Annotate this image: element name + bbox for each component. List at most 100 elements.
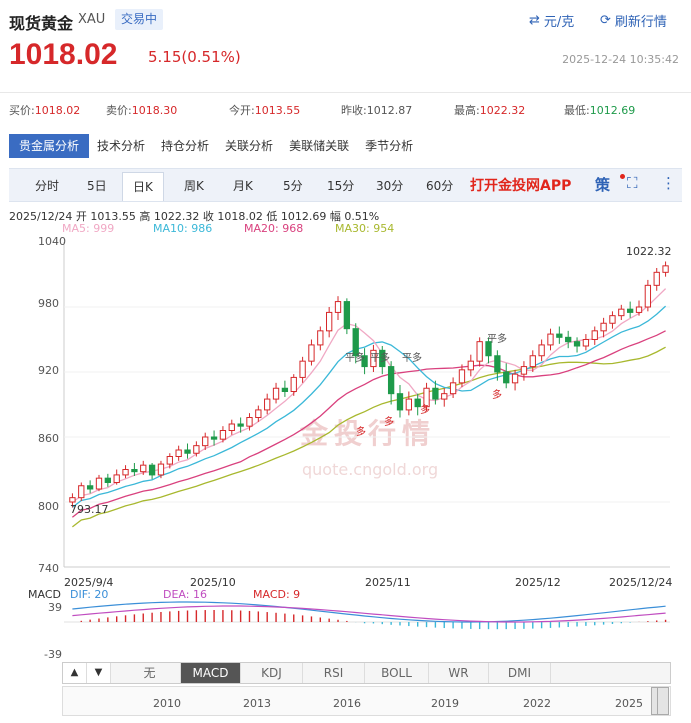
tab-fed[interactable]: 美联储关联 xyxy=(281,134,357,158)
candle xyxy=(255,405,262,422)
candle xyxy=(387,361,395,405)
candle xyxy=(609,311,616,329)
candle xyxy=(131,463,138,476)
min-price-label: 793.17 xyxy=(70,503,109,516)
refresh-label: 刷新行情 xyxy=(614,15,667,30)
candle xyxy=(591,326,598,345)
signal-marker: 平多 xyxy=(345,351,365,364)
unit-label: 元/克 xyxy=(543,15,575,30)
nav-year: 2010 xyxy=(153,697,181,710)
ma20-line xyxy=(71,330,666,518)
candle xyxy=(210,430,218,446)
candle xyxy=(175,445,182,461)
signal-marker: 平多 xyxy=(370,351,390,364)
signal-marker: 多 xyxy=(384,415,394,428)
period-tab-daily[interactable]: 日K xyxy=(122,172,164,201)
candle xyxy=(343,298,351,335)
current-price: 1018.02 xyxy=(9,38,118,71)
bid-quote: 买价:1018.02 xyxy=(9,104,81,117)
candle xyxy=(538,339,545,362)
indicator-macd[interactable]: MACD xyxy=(181,663,241,683)
period-tab-60min[interactable]: 60分 xyxy=(426,177,453,194)
period-tab-monthly[interactable]: 月K xyxy=(233,177,253,194)
candle xyxy=(467,354,474,377)
more-menu-icon[interactable]: ⋮ xyxy=(661,174,676,192)
candle xyxy=(627,301,634,318)
y-tick: 980 xyxy=(38,297,59,310)
indicator-boll[interactable]: BOLL xyxy=(365,663,429,683)
candle xyxy=(441,388,448,407)
indicator-rsi[interactable]: RSI xyxy=(303,663,365,683)
candle xyxy=(644,279,652,312)
signal-marker: 多 xyxy=(356,425,366,438)
y-tick: 1040 xyxy=(38,235,66,248)
status-badge: 交易中 xyxy=(115,9,164,30)
indicator-dmi[interactable]: DMI xyxy=(489,663,551,683)
candle xyxy=(122,465,129,479)
candle xyxy=(405,391,412,416)
tab-positions[interactable]: 持仓分析 xyxy=(153,134,217,158)
indicator-wr[interactable]: WR xyxy=(429,663,489,683)
period-tab-30min[interactable]: 30分 xyxy=(376,177,403,194)
instrument-symbol: XAU xyxy=(78,12,106,27)
period-tab-15min[interactable]: 15分 xyxy=(327,177,354,194)
period-tab-5min[interactable]: 5分 xyxy=(283,177,303,194)
unit-toggle-button[interactable]: ⇄ 元/克 xyxy=(529,11,574,30)
y-tick: 920 xyxy=(38,364,59,377)
candle xyxy=(653,268,660,291)
period-tab-intraday[interactable]: 分时 xyxy=(35,177,59,194)
y-tick: 860 xyxy=(38,432,59,445)
candle xyxy=(662,261,669,277)
instrument-name: 现货黄金 xyxy=(9,14,74,33)
candle xyxy=(148,463,156,480)
candle xyxy=(476,337,483,367)
candle xyxy=(86,480,94,494)
open-quote: 今开:1013.55 xyxy=(229,104,301,117)
fullscreen-icon[interactable]: ⛶ xyxy=(627,174,638,192)
candle xyxy=(520,361,528,381)
prev-close-quote: 昨收:1012.87 xyxy=(341,104,413,117)
nav-handle-right[interactable] xyxy=(657,687,669,715)
high-quote: 最高:1022.32 xyxy=(454,104,526,117)
candle xyxy=(184,443,191,459)
indicator-none[interactable]: 无 xyxy=(119,663,181,683)
tab-technical[interactable]: 技术分析 xyxy=(89,134,153,158)
candle xyxy=(573,337,581,353)
refresh-button[interactable]: ⟳ 刷新行情 xyxy=(600,11,667,30)
period-tab-5day[interactable]: 5日 xyxy=(87,177,107,194)
timeline-navigator[interactable]: 2010 2013 2016 2019 2022 2025 xyxy=(62,686,671,716)
notification-dot xyxy=(620,174,625,179)
candle xyxy=(272,382,280,404)
period-tabs: 分时 5日 日K 周K 月K 5分 15分 30分 60分 打开金投网APP 策… xyxy=(9,168,682,202)
exchange-icon: ⇄ xyxy=(529,13,540,28)
candlestick-chart[interactable]: 1022.32793.17平多 平多 平多平多多多多多 xyxy=(0,230,691,580)
indicator-kdj[interactable]: KDJ xyxy=(241,663,303,683)
y-tick: 800 xyxy=(38,500,59,513)
candle xyxy=(113,469,120,485)
macd-chart[interactable] xyxy=(0,586,691,660)
open-app-link[interactable]: 打开金投网APP xyxy=(470,175,571,195)
signal-marker: 平多 xyxy=(402,351,422,364)
quote-timestamp: 2025-12-24 10:35:42 xyxy=(562,53,679,66)
tab-precious-metals[interactable]: 贵金属分析 xyxy=(9,134,90,158)
nav-year: 2022 xyxy=(523,697,551,710)
max-price-label: 1022.32 xyxy=(626,245,672,258)
ask-quote: 卖价:1018.30 xyxy=(106,104,178,117)
scroll-down-arrow-icon[interactable]: ▼ xyxy=(87,663,111,683)
low-quote: 最低:1012.69 xyxy=(564,104,636,117)
strategy-button[interactable]: 策 xyxy=(595,174,610,195)
signal-marker: 平多 xyxy=(487,332,507,345)
scroll-up-arrow-icon[interactable]: ▲ xyxy=(63,663,87,683)
candle xyxy=(78,482,85,501)
candle xyxy=(290,374,297,396)
candle xyxy=(95,474,103,492)
nav-year: 2013 xyxy=(243,697,271,710)
candle xyxy=(308,339,315,366)
candle xyxy=(326,307,333,338)
tab-correlation[interactable]: 关联分析 xyxy=(217,134,281,158)
candle xyxy=(317,326,324,351)
tab-seasonal[interactable]: 季节分析 xyxy=(357,134,421,158)
candle xyxy=(281,380,289,397)
candle xyxy=(264,393,271,415)
period-tab-weekly[interactable]: 周K xyxy=(184,177,204,194)
